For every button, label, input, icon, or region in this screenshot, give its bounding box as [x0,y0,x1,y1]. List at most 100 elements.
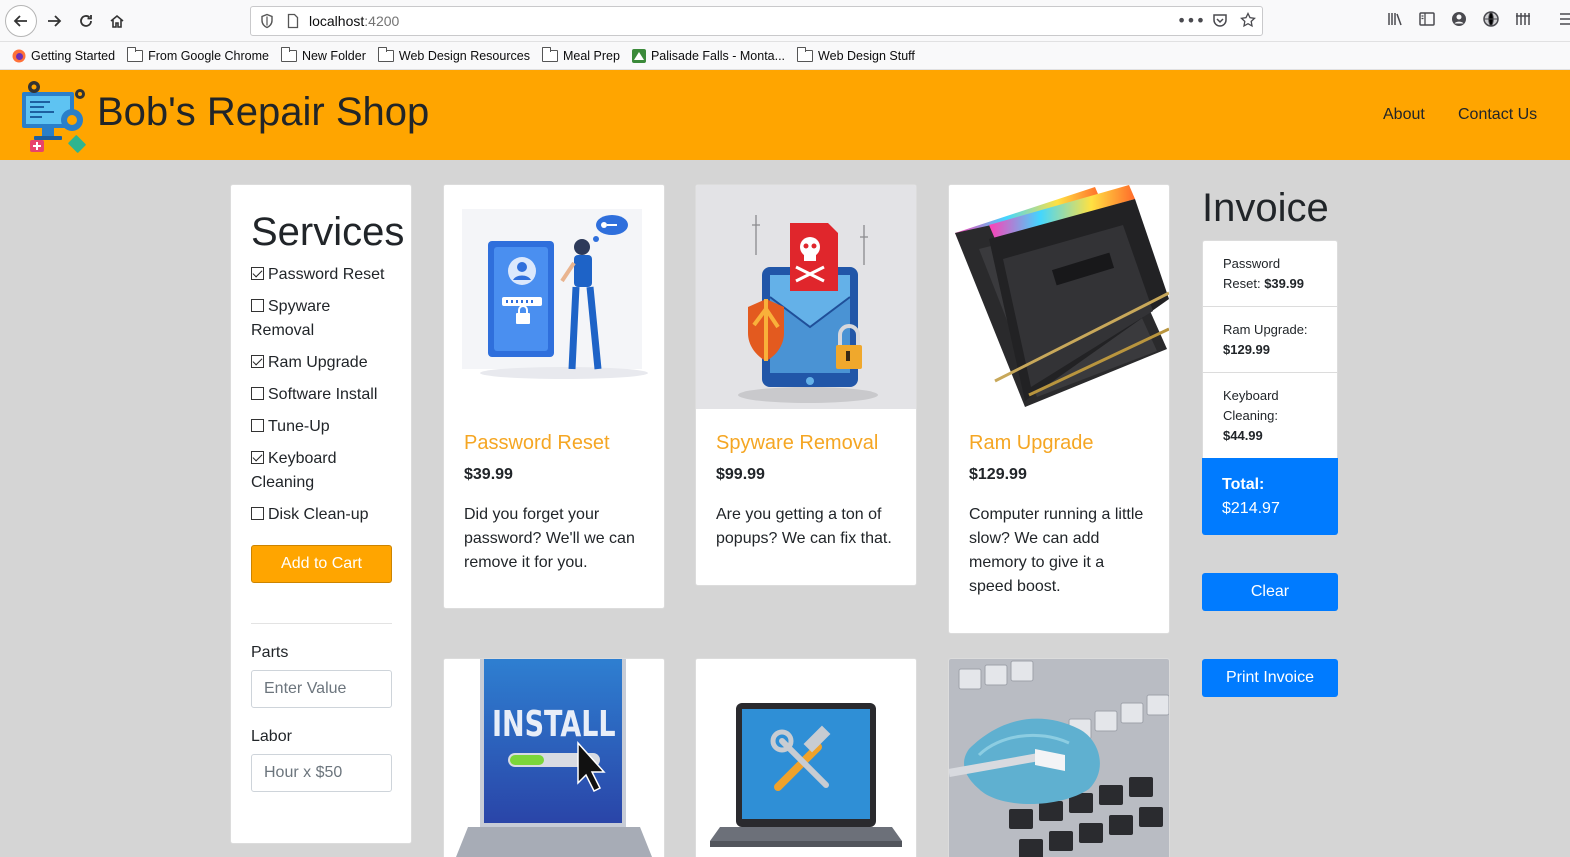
divider [251,623,392,624]
nav-contact-us[interactable]: Contact Us [1458,106,1537,124]
library-icon[interactable] [1386,10,1404,28]
card-title: Ram Upgrade [969,432,1094,454]
invoice-item: Ram Upgrade: $129.99 [1202,306,1338,372]
card-title: Spyware Removal [716,432,879,454]
url-text[interactable]: localhost:4200 [309,13,399,29]
checkbox-unchecked[interactable] [251,299,264,312]
reload-button[interactable] [72,7,100,35]
service-keyboard-cleaning[interactable]: Keyboard Cleaning [251,447,391,495]
bookmark-new-folder[interactable]: New Folder [280,46,366,63]
arrow-right-icon [48,15,62,27]
url-host: localhost [309,13,365,29]
invoice-total-label: Total: [1222,476,1265,493]
service-software-install[interactable]: Software Install [251,383,391,407]
firefox-icon [12,49,26,62]
bookmark-label: Web Design Resources [398,48,530,63]
checkbox-checked[interactable] [251,451,264,464]
services-panel: Services Password Reset Spyware Removal … [230,184,412,844]
add-to-cart-button[interactable]: Add to Cart [251,545,392,583]
menu-icon[interactable] [1558,10,1570,28]
card-text: Computer running a little slow? We can a… [969,506,1144,595]
print-invoice-button[interactable]: Print Invoice [1202,659,1338,697]
service-disk-clean-up[interactable]: Disk Clean-up [251,503,391,527]
service-tune-up[interactable]: Tune-Up [251,415,391,439]
checkbox-unchecked[interactable] [251,419,264,432]
folder-icon [280,46,297,62]
page-info-icon[interactable] [285,13,301,29]
checkbox-checked[interactable] [251,267,264,280]
bookmark-web-design-resources[interactable]: Web Design Resources [377,46,530,63]
star-icon[interactable] [1240,12,1256,28]
service-card-ram-upgrade: Ram Upgrade $129.99 Computer running a l… [948,184,1170,634]
invoice-list: Password Reset: $39.99 Ram Upgrade: $129.… [1202,240,1338,535]
invoice-item-name: Keyboard Cleaning: [1223,388,1279,423]
install-image-text: INSTALL [492,702,616,745]
card-text: Did you forget your password? We'll we c… [464,506,635,571]
account-icon[interactable] [1450,10,1468,28]
service-spyware-removal[interactable]: Spyware Removal [251,295,391,343]
service-label: Ram Upgrade [268,354,368,371]
spyware-illustration [696,185,916,409]
bookmark-label: Web Design Stuff [818,48,915,63]
back-button[interactable] [5,5,37,37]
checkbox-unchecked[interactable] [251,507,264,520]
repair-shop-logo[interactable] [14,78,94,154]
bookmark-label: New Folder [301,48,366,63]
service-card-spyware-removal: Spyware Removal $99.99 Are you getting a… [695,184,917,586]
card-price: $129.99 [969,466,1027,483]
labor-input[interactable]: Hour x $50 [251,754,392,792]
invoice-item-price: $129.99 [1223,342,1270,357]
checkbox-checked[interactable] [251,355,264,368]
invoice-item-price: $44.99 [1223,428,1263,443]
labor-label: Labor [251,728,292,745]
bookmark-palisade-falls[interactable]: Palisade Falls - Monta... [631,48,785,63]
card-title: Password Reset [464,432,610,454]
invoice-total: Total: $214.97 [1202,458,1338,535]
bookmark-web-design-stuff[interactable]: Web Design Stuff [797,46,915,63]
bookmark-meal-prep[interactable]: Meal Prep [541,46,620,63]
invoice-item-name: Ram Upgrade: [1223,322,1308,337]
service-label: Software Install [268,386,378,403]
shield-icon[interactable] [259,13,275,29]
parts-label: Parts [251,644,289,661]
invoice-total-value: $214.97 [1222,500,1280,517]
invoice-item-price: $39.99 [1264,276,1304,291]
invoice-item: Keyboard Cleaning: $44.99 [1202,372,1338,458]
forward-button[interactable] [40,7,68,35]
extension-bars-icon[interactable] [1514,10,1532,28]
clear-button[interactable]: Clear [1202,573,1338,611]
service-ram-upgrade[interactable]: Ram Upgrade [251,351,391,375]
extension-globe-icon[interactable] [1482,10,1500,28]
address-bar[interactable]: localhost:4200 ••• [250,6,1263,36]
brand-title[interactable]: Bob's Repair Shop [97,90,429,135]
home-button[interactable] [103,7,131,35]
checkbox-unchecked[interactable] [251,387,264,400]
parts-input[interactable]: Enter Value [251,670,392,708]
folder-icon [127,46,144,62]
home-icon [110,14,124,28]
url-port: :4200 [364,13,400,29]
bookmark-from-google-chrome[interactable]: From Google Chrome [127,46,269,63]
password-reset-illustration [444,185,664,409]
more-actions-icon[interactable]: ••• [1177,11,1205,30]
pocket-icon[interactable] [1212,12,1228,28]
ram-photo [949,185,1169,409]
service-card-password-reset: Password Reset $39.99 Did you forget you… [443,184,665,609]
bookmark-label: From Google Chrome [148,48,269,63]
bookmark-label: Getting Started [31,48,116,63]
invoice-title: Invoice [1202,186,1329,230]
reload-icon [80,15,92,27]
services-title: Services [251,210,405,254]
bookmark-label: Meal Prep [562,48,620,63]
sidebar-icon[interactable] [1418,10,1436,28]
site-header: Bob's Repair Shop About Contact Us [0,70,1570,160]
invoice-item: Password Reset: $39.99 [1202,240,1338,306]
keyboard-cleaning-photo [949,659,1169,857]
install-illustration: INSTALL [444,659,664,857]
service-password-reset[interactable]: Password Reset [251,263,391,287]
folder-icon [377,46,394,62]
nav-about[interactable]: About [1383,106,1425,124]
bookmark-getting-started[interactable]: Getting Started [12,49,115,63]
card-text: Are you getting a ton of popups? We can … [716,506,892,547]
service-label: Password Reset [268,266,385,283]
